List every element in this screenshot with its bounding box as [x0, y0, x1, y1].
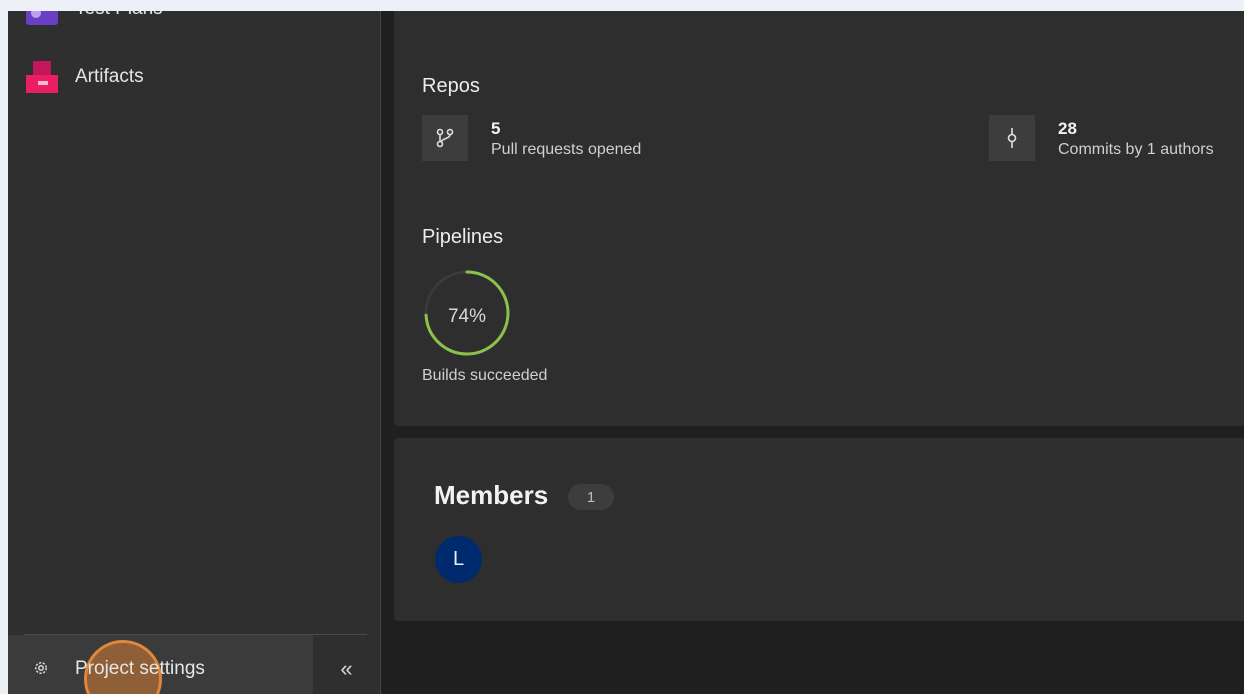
sidebar-footer: Project settings « — [8, 634, 380, 694]
avatar[interactable]: L — [435, 536, 482, 583]
sidebar-item-label: Test Plans — [75, 11, 163, 20]
pipelines-title: Pipelines — [422, 226, 504, 248]
sidebar-item-label: Artifacts — [75, 66, 144, 87]
commit-icon — [989, 115, 1035, 161]
members-title: Members — [434, 480, 549, 510]
commits-label: Commits by 1 authors — [1058, 141, 1214, 158]
sidebar: Test Plans Artifacts Project settings — [8, 11, 381, 694]
builds-success-percent: 74% — [447, 306, 487, 327]
builds-succeeded-label: Builds succeeded — [422, 367, 548, 384]
double-chevron-left-icon: « — [340, 655, 353, 681]
members-card: Members 1 L — [394, 438, 1244, 621]
pull-request-icon — [422, 115, 468, 161]
artifacts-icon — [26, 61, 58, 93]
avatar-initial: L — [452, 548, 465, 570]
app-frame: Test Plans Artifacts Project settings — [8, 11, 1244, 694]
project-settings-button[interactable]: Project settings — [8, 635, 313, 694]
members-count-badge: 1 — [568, 484, 614, 510]
repos-title: Repos — [422, 75, 480, 97]
collapse-sidebar-button[interactable]: « — [313, 635, 380, 694]
test-plans-icon — [26, 11, 58, 25]
project-settings-label: Project settings — [75, 658, 205, 679]
pull-requests-label: Pull requests opened — [491, 141, 642, 158]
project-stats-card: Repos 5 Pull requests opened 28 Commits … — [394, 11, 1244, 426]
gear-icon — [35, 662, 47, 674]
sidebar-item-test-plans[interactable]: Test Plans — [8, 11, 380, 29]
commits-count: 28 — [1058, 119, 1077, 138]
pull-requests-count: 5 — [491, 119, 501, 138]
sidebar-item-artifacts[interactable]: Artifacts — [8, 57, 380, 97]
